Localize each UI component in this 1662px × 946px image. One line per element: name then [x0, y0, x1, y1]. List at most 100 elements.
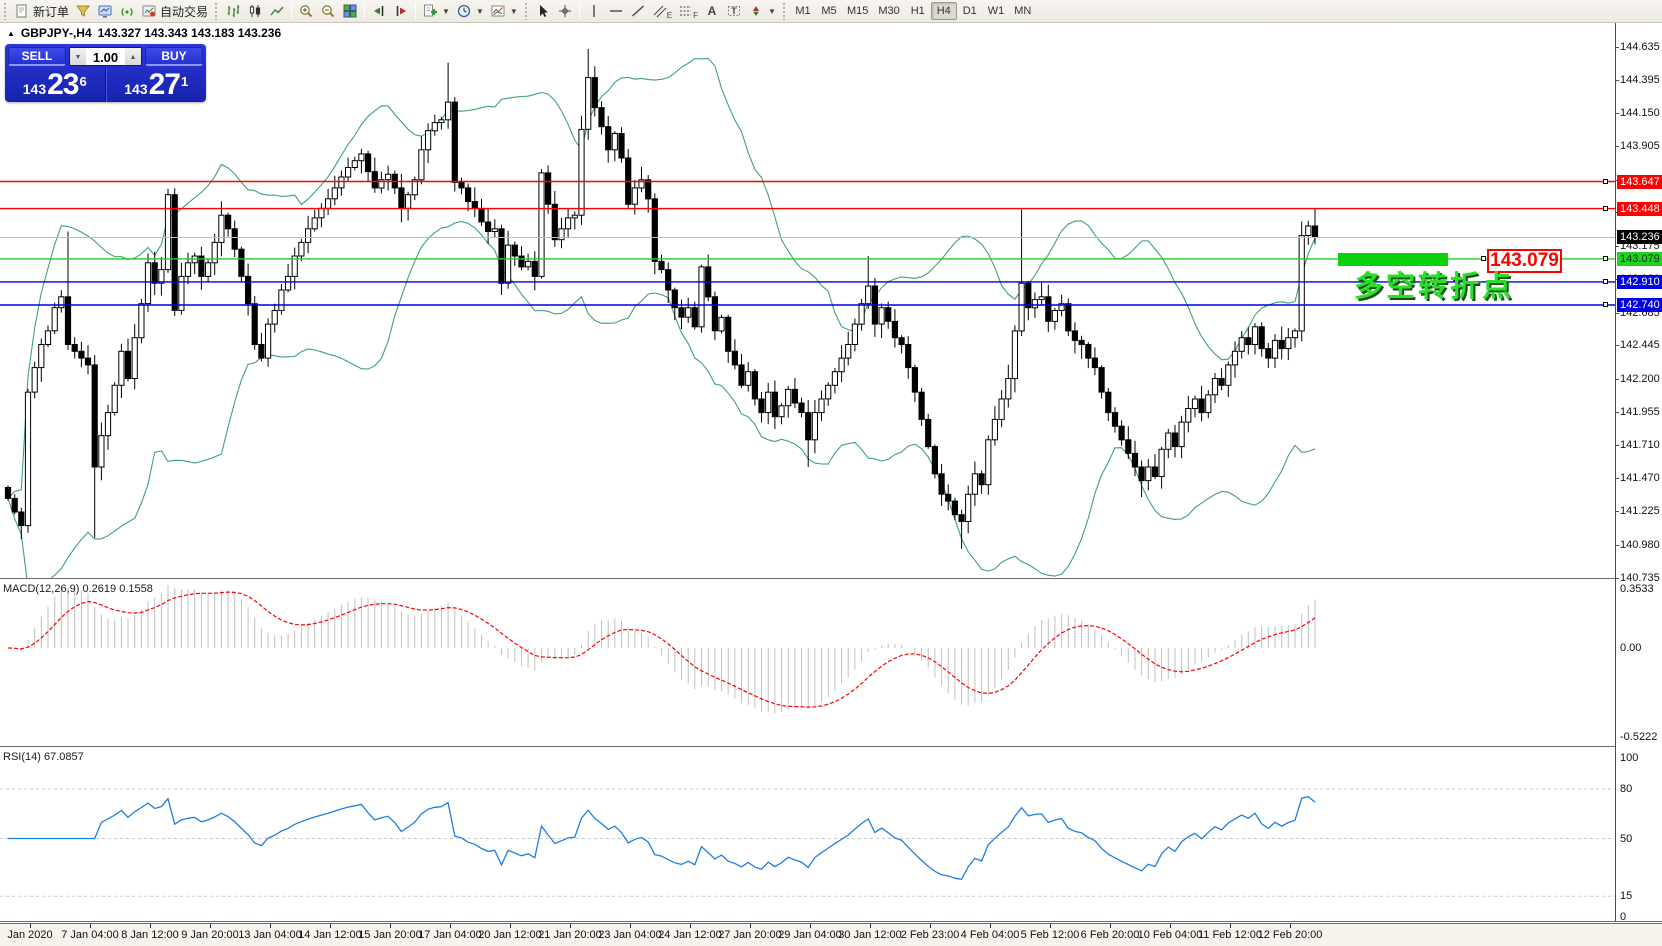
turning-point-annotation[interactable]: 多空转折点	[1354, 263, 1524, 305]
timeframe-button-H1[interactable]: H1	[905, 2, 931, 20]
timeframe-button-M5[interactable]: M5	[816, 2, 842, 20]
timeframe-button-M15[interactable]: M15	[842, 2, 873, 20]
date-tick-mark	[90, 924, 91, 928]
charts-funnel-button[interactable]	[72, 1, 94, 21]
crosshair-icon	[557, 3, 573, 19]
trendline-button[interactable]	[627, 1, 649, 21]
date-tick-label: 27 Jan 20:00	[718, 929, 782, 941]
arrows-button[interactable]: ▼	[745, 1, 779, 21]
vertical-line-button[interactable]	[583, 1, 605, 21]
rsi-label: RSI(14) 67.0857	[3, 751, 84, 763]
price-tag: 143.079	[1617, 252, 1662, 266]
chart-window[interactable]: ▲ GBPJPY-,H4 143.327 143.343 143.183 143…	[0, 23, 1662, 946]
toolbar-drag-handle[interactable]	[781, 3, 788, 20]
templates-icon	[490, 3, 506, 19]
ohlc-values: 143.327 143.343 143.183 143.236	[98, 26, 282, 40]
date-tick-label: 5 Feb 12:00	[1021, 929, 1080, 941]
fibonacci-button[interactable]: F	[675, 1, 701, 21]
trendline-icon	[630, 3, 646, 19]
axis-tick-mark	[1615, 113, 1619, 114]
charts-funnel-icon	[75, 3, 91, 19]
date-tick-label: 13 Jan 04:00	[238, 929, 302, 941]
axis-tick-mark	[1615, 313, 1619, 314]
price-tick-label: 0.00	[1620, 642, 1641, 654]
candlestick-chart-button[interactable]	[244, 1, 266, 21]
text-button[interactable]: A	[701, 1, 723, 21]
date-tick-mark	[810, 924, 811, 928]
toolbar-drag-handle[interactable]	[213, 3, 220, 20]
price-tick-label: 80	[1620, 783, 1632, 795]
date-tick-label: 12 Feb 20:00	[1258, 929, 1323, 941]
market-watch-button[interactable]	[94, 1, 116, 21]
timeframe-button-W1[interactable]: W1	[983, 2, 1010, 20]
svg-text:T: T	[731, 6, 737, 16]
toolbar-drag-handle[interactable]	[2, 3, 9, 20]
object-handle[interactable]	[1603, 302, 1608, 307]
zoom-out-button[interactable]	[317, 1, 339, 21]
timeframe-button-MN[interactable]: MN	[1009, 2, 1036, 20]
zoom-in-button[interactable]	[295, 1, 317, 21]
price-tag: 142.740	[1617, 298, 1662, 312]
zoom-out-icon	[320, 3, 336, 19]
object-handle[interactable]	[1603, 279, 1608, 284]
object-handle[interactable]	[1603, 256, 1608, 261]
date-tick-mark	[30, 924, 31, 928]
indicators-button[interactable]: ▼	[419, 1, 453, 21]
toolbar-timeframes: M1M5M15M30H1H4D1W1MN	[790, 2, 1036, 20]
axis-tick-mark	[1615, 511, 1619, 512]
buy-button[interactable]: BUY	[145, 47, 203, 66]
toolbar-scroll-group	[368, 1, 412, 21]
toolbar: 新订单自动交易 ▼▼▼ EFAT▼ M1M5M15M30H1H4D1W1MN	[0, 0, 1662, 23]
date-tick-mark	[1110, 924, 1111, 928]
timeframe-button-D1[interactable]: D1	[957, 2, 983, 20]
buy-price[interactable]: 143 27 1	[106, 67, 207, 102]
crosshair-button[interactable]	[554, 1, 576, 21]
date-tick-label: 15 Jan 20:00	[358, 929, 422, 941]
axis-tick-mark	[1615, 578, 1619, 579]
price-axis[interactable]: 144.635144.395144.150143.905143.660143.4…	[1615, 23, 1662, 921]
price-tick-label: 141.225	[1620, 505, 1660, 517]
date-tick-mark	[330, 924, 331, 928]
object-handle[interactable]	[1603, 206, 1608, 211]
date-tick-mark	[150, 924, 151, 928]
date-axis[interactable]: Jan 20207 Jan 04:008 Jan 12:009 Jan 20:0…	[0, 924, 1662, 946]
new-order-icon	[14, 3, 30, 19]
volume-input[interactable]: 1.00	[86, 48, 125, 65]
object-handle[interactable]	[1481, 256, 1486, 261]
cursor-button[interactable]	[532, 1, 554, 21]
sell-price[interactable]: 143 23 6	[5, 67, 106, 102]
date-tick-label: 11 Feb 12:00	[1198, 929, 1262, 941]
autotrading-button[interactable]: 自动交易	[138, 1, 211, 21]
bar-chart-button[interactable]	[222, 1, 244, 21]
date-tick-label: 8 Jan 12:00	[121, 929, 179, 941]
chart-shift-button[interactable]	[390, 1, 412, 21]
date-tick-mark	[1170, 924, 1171, 928]
tile-windows-button[interactable]	[339, 1, 361, 21]
templates-button[interactable]: ▼	[487, 1, 521, 21]
toolbar-drag-handle[interactable]	[523, 3, 530, 20]
text-label-button[interactable]: T	[723, 1, 745, 21]
rsi-pane[interactable]	[0, 748, 1615, 921]
timeframe-button-H4[interactable]: H4	[931, 2, 957, 20]
timeframe-button-M30[interactable]: M30	[873, 2, 904, 20]
auto-scroll-button[interactable]	[368, 1, 390, 21]
collapse-triangle-icon[interactable]: ▲	[7, 29, 15, 38]
macd-pane[interactable]	[0, 580, 1615, 746]
sell-button[interactable]: SELL	[8, 47, 66, 66]
date-tick-label: 7 Jan 04:00	[61, 929, 119, 941]
new-order-button[interactable]: 新订单	[11, 1, 72, 21]
horizontal-line-button[interactable]	[605, 1, 627, 21]
signals-button[interactable]	[116, 1, 138, 21]
vertical-line-icon	[586, 3, 602, 19]
date-tick-mark	[1230, 924, 1231, 928]
periods-button[interactable]: ▼	[453, 1, 487, 21]
object-handle[interactable]	[1603, 179, 1608, 184]
timeframe-button-M1[interactable]: M1	[790, 2, 816, 20]
line-chart-icon	[269, 3, 285, 19]
price-tick-label: 141.710	[1620, 439, 1660, 451]
date-tick-mark	[1290, 924, 1291, 928]
volume-decrease-button[interactable]: ▼	[70, 48, 86, 65]
equidistant-channel-button[interactable]: E	[649, 1, 675, 21]
volume-increase-button[interactable]: ▲	[125, 48, 141, 65]
line-chart-button[interactable]	[266, 1, 288, 21]
